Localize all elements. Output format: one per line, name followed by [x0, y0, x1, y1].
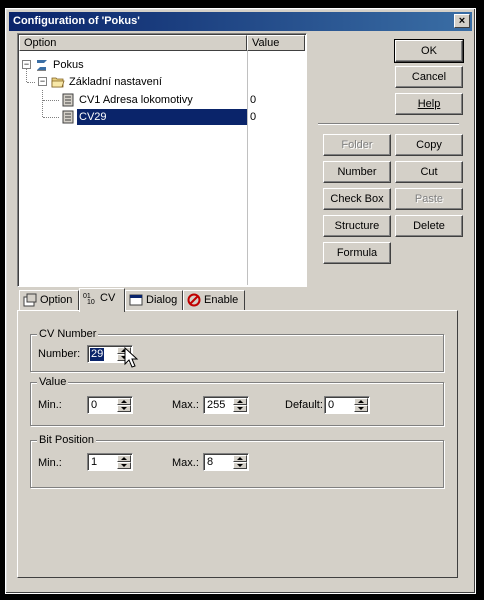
spin-down-icon[interactable]	[233, 462, 247, 469]
mouse-cursor-icon	[124, 347, 139, 368]
tab-option[interactable]: Option	[19, 290, 79, 310]
tab-label: Enable	[204, 294, 239, 306]
options-tree[interactable]: Option Value − Pokus − Základní nastaven…	[17, 33, 307, 287]
bit-max: 8	[207, 456, 214, 468]
tree-label: Základní nastavení	[69, 76, 162, 88]
tree-value: 0	[250, 111, 257, 123]
cv-number-value: 29	[90, 348, 105, 361]
bit-max-label: Max.:	[172, 457, 199, 469]
spinner-arrows[interactable]	[354, 398, 368, 412]
help-button[interactable]: Help	[395, 93, 463, 115]
option-tab-icon	[23, 293, 37, 307]
collapse-icon[interactable]: −	[22, 60, 31, 69]
bit-min-spinner[interactable]: 1	[87, 453, 133, 471]
dialog-tab-icon	[129, 294, 143, 306]
value-max-spinner[interactable]: 255	[203, 396, 249, 414]
help-label: Help	[417, 98, 441, 110]
cv-item-icon	[62, 110, 74, 124]
pokus-root-icon	[37, 60, 47, 71]
spin-up-icon[interactable]	[117, 398, 131, 405]
tree-label: CV29	[77, 109, 247, 125]
close-icon[interactable]: ×	[454, 14, 470, 28]
number-button[interactable]: Number	[323, 161, 391, 183]
check-box-button[interactable]: Check Box	[323, 188, 391, 210]
spinner-arrows[interactable]	[233, 455, 247, 469]
tree-row-pokus[interactable]: − Pokus	[18, 57, 247, 73]
button-separator	[318, 123, 459, 125]
spin-down-icon[interactable]	[354, 405, 368, 412]
tab-label: Option	[40, 294, 73, 306]
svg-text:10: 10	[87, 299, 95, 305]
tree-row-zakladni-nastaveni[interactable]: − Základní nastavení	[18, 74, 247, 90]
tree-header: Option Value	[19, 35, 305, 51]
spin-down-icon[interactable]	[233, 405, 247, 412]
group-title: Value	[37, 376, 69, 388]
value-min-spinner[interactable]: 0	[87, 396, 133, 414]
tree-row-cv1[interactable]: CV1 Adresa lokomotivy 0	[18, 92, 256, 108]
spinner-arrows[interactable]	[233, 398, 247, 412]
bit-min-label: Min.:	[38, 457, 62, 469]
spin-up-icon[interactable]	[233, 455, 247, 462]
spinner-arrows[interactable]	[117, 455, 131, 469]
spin-up-icon[interactable]	[354, 398, 368, 405]
tree-label: Pokus	[53, 59, 84, 71]
tab-enable[interactable]: Enable	[183, 290, 245, 310]
spin-down-icon[interactable]	[117, 462, 131, 469]
ok-button[interactable]: OK	[394, 39, 464, 63]
tab-label: CV	[100, 292, 116, 304]
tab-cv[interactable]: 01 10 CV	[79, 288, 125, 312]
enable-tab-icon	[187, 293, 201, 307]
tab-label: Dialog	[146, 294, 178, 306]
folder-button[interactable]: Folder	[323, 134, 391, 156]
value-default-spinner[interactable]: 0	[324, 396, 370, 414]
copy-button[interactable]: Copy	[395, 134, 463, 156]
bit-min: 1	[91, 456, 98, 468]
column-header-value[interactable]: Value	[247, 35, 305, 51]
bit-max-spinner[interactable]: 8	[203, 453, 249, 471]
structure-button[interactable]: Structure	[323, 215, 391, 237]
group-title: Bit Position	[37, 434, 97, 446]
group-title: CV Number	[37, 328, 99, 340]
value-default-label: Default:	[285, 399, 323, 411]
value-min-label: Min.:	[38, 399, 62, 411]
spin-up-icon[interactable]	[233, 398, 247, 405]
spin-down-icon[interactable]	[117, 405, 131, 412]
value-default: 0	[328, 399, 335, 411]
number-label: Number:	[38, 348, 81, 360]
title-bar: Configuration of 'Pokus' ×	[9, 12, 472, 31]
tree-label: CV1 Adresa lokomotivy	[79, 94, 193, 106]
cv-tab-icon: 01 10	[83, 293, 95, 305]
collapse-icon[interactable]: −	[38, 77, 47, 86]
folder-icon	[51, 77, 65, 88]
column-separator	[247, 51, 248, 285]
cv-item-icon	[62, 93, 74, 107]
column-header-option[interactable]: Option	[19, 35, 247, 51]
formula-button[interactable]: Formula	[323, 242, 391, 264]
cut-button[interactable]: Cut	[395, 161, 463, 183]
tree-row-cv29[interactable]: CV29 0	[18, 109, 256, 125]
value-min: 0	[91, 399, 98, 411]
tab-dialog[interactable]: Dialog	[125, 290, 183, 310]
value-max-label: Max.:	[172, 399, 199, 411]
cancel-button[interactable]: Cancel	[395, 66, 463, 88]
delete-button[interactable]: Delete	[395, 215, 463, 237]
spinner-arrows[interactable]	[117, 398, 131, 412]
tree-value: 0	[250, 94, 257, 106]
spin-up-icon[interactable]	[117, 455, 131, 462]
window-title: Configuration of 'Pokus'	[13, 15, 140, 27]
paste-button[interactable]: Paste	[395, 188, 463, 210]
value-max: 255	[207, 399, 226, 411]
